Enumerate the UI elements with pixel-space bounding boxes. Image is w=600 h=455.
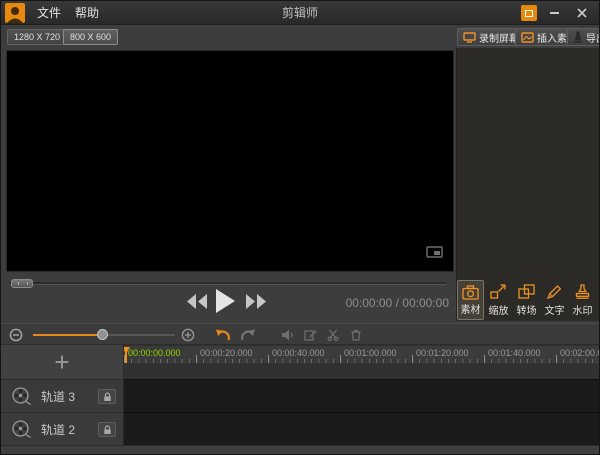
transition-icon: [518, 284, 535, 299]
monitor-icon: [426, 246, 443, 259]
film-reel-icon: [11, 386, 31, 406]
timeline-lane-area: 00:00:00.000 00:00:20.000 00:00:40.000 0…: [124, 345, 600, 445]
scale-icon: [490, 284, 507, 299]
playhead-line: [125, 347, 127, 363]
resolution-1280x720-button[interactable]: 1280 X 720: [7, 29, 67, 45]
lock-icon: [103, 425, 112, 435]
redo-button[interactable]: [240, 328, 256, 342]
zoom-out-button[interactable]: [9, 328, 23, 342]
tab-text[interactable]: 文字: [541, 280, 568, 320]
restore-button[interactable]: [521, 5, 537, 21]
screen-record-icon: [463, 32, 476, 43]
seek-track[interactable]: [9, 282, 447, 285]
resolution-800x600-button[interactable]: 800 X 600: [63, 29, 118, 45]
close-button[interactable]: [571, 5, 593, 21]
insert-media-icon: [521, 32, 534, 43]
film-reel-icon: [11, 419, 31, 439]
trash-icon: [350, 329, 362, 341]
ruler-label: 00:00:40.000: [272, 348, 325, 358]
mute-button[interactable]: [281, 329, 294, 341]
tab-material-label: 素材: [461, 301, 481, 316]
fit-screen-button[interactable]: [426, 246, 443, 264]
top-toolbar: 1280 X 720 800 X 600 录制屏幕 插入素材 导出: [1, 26, 599, 48]
zoom-out-icon: [9, 328, 23, 342]
person-icon: [5, 5, 25, 23]
tab-material[interactable]: 素材: [457, 280, 484, 320]
app-logo-icon: [5, 3, 25, 23]
export-button[interactable]: 导出: [567, 28, 600, 46]
edit-clip-button[interactable]: [304, 329, 317, 341]
undo-button[interactable]: [215, 328, 231, 342]
lock-icon: [103, 392, 112, 402]
zoom-slider-handle[interactable]: [97, 329, 108, 340]
tab-watermark[interactable]: 水印: [569, 280, 596, 320]
track-3-lane[interactable]: [124, 379, 600, 412]
timeline-toolbar: [1, 323, 599, 345]
pencil-icon: [546, 284, 563, 299]
tab-text-label: 文字: [545, 302, 565, 317]
seek-handle[interactable]: [11, 279, 33, 288]
track-2-lane[interactable]: [124, 412, 600, 445]
export-label: 导出: [586, 30, 600, 45]
minimize-icon: [550, 12, 559, 14]
tab-watermark-label: 水印: [573, 302, 593, 317]
stamp-icon: [574, 284, 591, 299]
menu-file[interactable]: 文件: [29, 1, 69, 25]
undo-icon: [215, 328, 231, 342]
video-preview: [6, 50, 454, 272]
ruler-label: 00:00:20.000: [200, 348, 253, 358]
ruler-label: 00:00:00.000: [128, 348, 181, 358]
edit-icon: [304, 329, 317, 341]
track-3-lock-button[interactable]: [98, 389, 116, 404]
zoom-in-button[interactable]: [181, 328, 195, 342]
ruler-label: 00:02:00.000: [560, 348, 600, 358]
delete-button[interactable]: [350, 329, 362, 341]
tab-zoom-label: 缩放: [489, 302, 509, 317]
track-2-lock-button[interactable]: [98, 422, 116, 437]
scissors-icon: [327, 329, 339, 341]
horizontal-scrollbar[interactable]: [1, 445, 599, 455]
play-icon: [216, 289, 235, 313]
play-button[interactable]: [216, 289, 235, 313]
timeline-ruler[interactable]: 00:00:00.000 00:00:20.000 00:00:40.000 0…: [124, 346, 600, 363]
speaker-icon: [281, 329, 294, 341]
fast-forward-icon: [245, 294, 266, 309]
app-window: 文件 帮助 剪辑师 1280 X 720 800 X 600 录制屏幕: [0, 0, 600, 455]
fast-forward-button[interactable]: [245, 294, 266, 309]
zoom-in-icon: [181, 328, 195, 342]
rewind-button[interactable]: [187, 294, 208, 309]
title-bar: 文件 帮助 剪辑师: [1, 1, 599, 25]
close-icon: [577, 8, 587, 18]
track-2-label: 轨道 2: [41, 421, 75, 438]
tab-transition-label: 转场: [517, 302, 537, 317]
tab-transition[interactable]: 转场: [513, 280, 540, 320]
tab-zoom[interactable]: 缩放: [485, 280, 512, 320]
export-icon: [573, 31, 583, 43]
track-row-2[interactable]: 轨道 2: [1, 412, 123, 445]
split-button[interactable]: [327, 329, 339, 341]
time-display: 00:00:00 / 00:00:00: [329, 296, 449, 310]
zoom-slider-fill: [33, 334, 103, 336]
track-row-3[interactable]: 轨道 3: [1, 379, 123, 412]
restore-icon: [525, 10, 533, 17]
ruler-label: 00:01:40.000: [488, 348, 541, 358]
ruler-label: 00:01:20.000: [416, 348, 469, 358]
track-3-label: 轨道 3: [41, 388, 75, 405]
add-track-button[interactable]: +: [1, 345, 123, 379]
minimize-button[interactable]: [543, 5, 565, 21]
camera-icon: [462, 285, 479, 300]
record-screen-label: 录制屏幕: [479, 30, 519, 45]
ruler-label: 00:01:00.000: [344, 348, 397, 358]
rewind-icon: [187, 294, 208, 309]
menu-help[interactable]: 帮助: [67, 1, 107, 25]
redo-icon: [240, 328, 256, 342]
